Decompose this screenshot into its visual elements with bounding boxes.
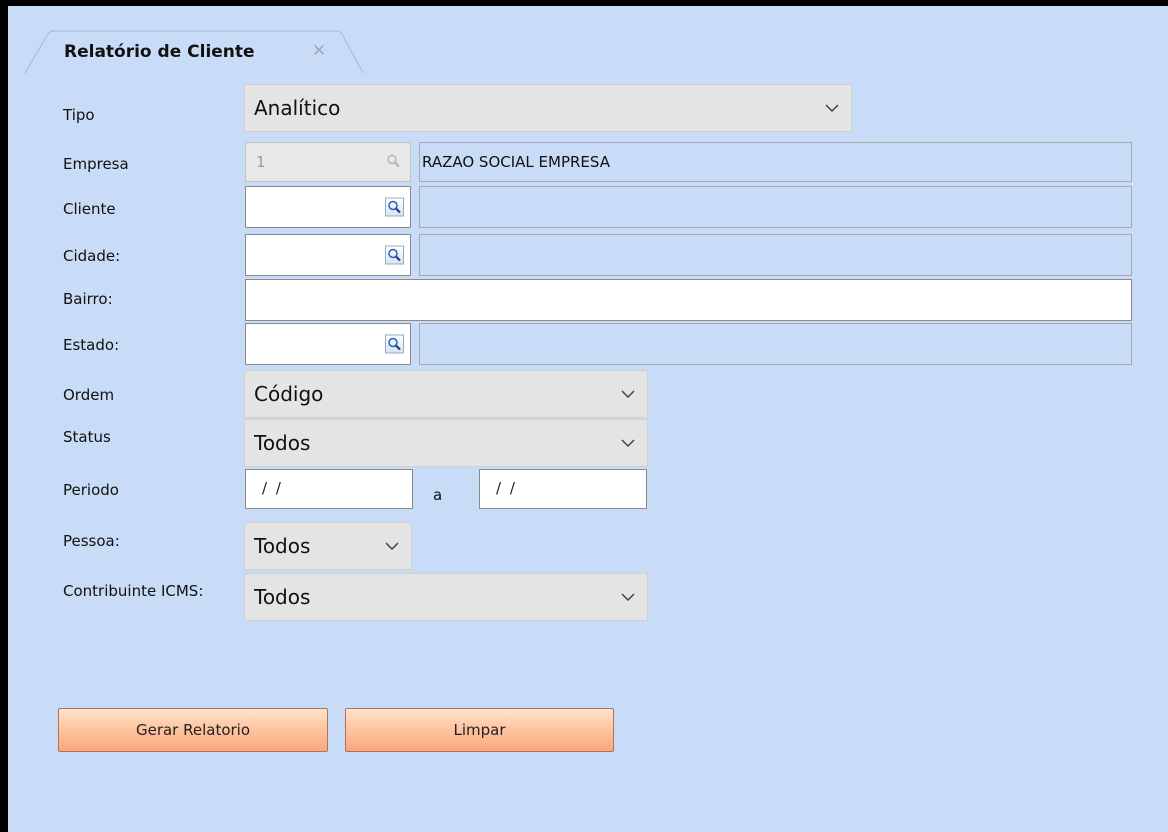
periodo-separator: a	[433, 486, 443, 504]
chevron-down-icon	[385, 542, 399, 550]
report-window: Relatório de Cliente ✕ Tipo Analítico Em…	[0, 0, 1168, 832]
cliente-label: Cliente	[63, 200, 116, 218]
empresa-code: 1	[256, 153, 266, 171]
chevron-down-icon	[621, 390, 635, 398]
status-label: Status	[63, 428, 111, 446]
cliente-code-input[interactable]	[245, 186, 411, 228]
periodo-end-value: / /	[496, 479, 517, 498]
tipo-select[interactable]: Analítico	[244, 84, 852, 132]
cidade-label: Cidade:	[63, 247, 121, 265]
periodo-end-input[interactable]: / /	[479, 469, 647, 509]
empresa-description: RAZAO SOCIAL EMPRESA	[419, 142, 1132, 182]
estado-code-input[interactable]	[245, 323, 411, 365]
ordem-select[interactable]: Código	[244, 370, 648, 418]
ordem-value: Código	[254, 382, 324, 406]
pessoa-label: Pessoa:	[63, 532, 120, 550]
periodo-start-value: / /	[262, 479, 283, 498]
status-value: Todos	[254, 431, 311, 455]
empresa-label: Empresa	[63, 155, 129, 173]
contribuinte-icms-select[interactable]: Todos	[244, 573, 648, 621]
estado-label: Estado:	[63, 336, 120, 354]
gerar-relatorio-button[interactable]: Gerar Relatorio	[58, 708, 328, 752]
limpar-button[interactable]: Limpar	[345, 708, 614, 752]
cidade-code-input[interactable]	[245, 234, 411, 276]
bairro-input[interactable]	[245, 279, 1132, 321]
empresa-code-field: 1	[245, 142, 411, 182]
tipo-value: Analítico	[254, 96, 341, 120]
empresa-description-text: RAZAO SOCIAL EMPRESA	[422, 153, 610, 171]
close-icon[interactable]: ✕	[312, 41, 326, 61]
periodo-label: Periodo	[63, 481, 119, 499]
tab-title: Relatório de Cliente	[64, 42, 255, 62]
cliente-description	[419, 186, 1132, 228]
pessoa-select[interactable]: Todos	[244, 522, 412, 570]
estado-description	[419, 323, 1132, 365]
ordem-label: Ordem	[63, 386, 115, 404]
magnifier-icon[interactable]	[385, 245, 404, 265]
periodo-start-input[interactable]: / /	[245, 469, 413, 509]
magnifier-icon[interactable]	[385, 334, 404, 354]
tipo-label: Tipo	[63, 106, 95, 124]
chevron-down-icon	[621, 593, 635, 601]
status-select[interactable]: Todos	[244, 419, 648, 467]
chevron-down-icon	[825, 104, 839, 112]
pessoa-value: Todos	[254, 534, 311, 558]
magnifier-icon	[385, 153, 404, 172]
contribuinte-icms-value: Todos	[254, 585, 311, 609]
contribuinte-icms-label: Contribuinte ICMS:	[63, 582, 204, 600]
chevron-down-icon	[621, 439, 635, 447]
cidade-description	[419, 234, 1132, 276]
bairro-label: Bairro:	[63, 290, 113, 308]
magnifier-icon[interactable]	[385, 197, 404, 217]
